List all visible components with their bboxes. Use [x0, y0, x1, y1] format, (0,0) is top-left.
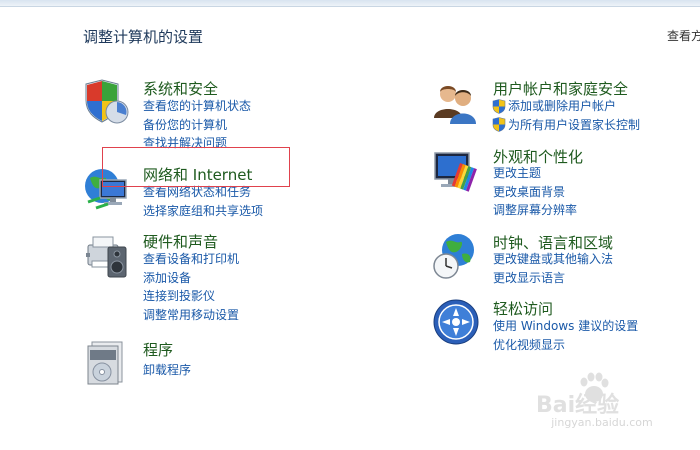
uac-shield-icon: [492, 98, 506, 114]
link-uninstall-program[interactable]: 卸载程序: [143, 361, 191, 380]
system-security-icon[interactable]: [82, 78, 130, 126]
link-change-display-language[interactable]: 更改显示语言: [493, 269, 613, 288]
appearance-links: 更改主题 更改桌面背景 调整屏幕分辨率: [493, 164, 577, 220]
page-title: 调整计算机的设置: [83, 28, 204, 46]
link-adjust-resolution[interactable]: 调整屏幕分辨率: [493, 201, 577, 220]
watermark: Bai经验 jingyan.baidu.com: [532, 372, 672, 434]
baidu-paw-logo: Bai经验: [536, 372, 619, 418]
network-internet-icon[interactable]: [82, 164, 130, 212]
system-security-links: 查看您的计算机状态 备份您的计算机 查找并解决问题: [143, 97, 251, 153]
user-accounts-links: 添加或删除用户帐户 为所有用户设置家长控制: [492, 97, 640, 134]
appearance-icon[interactable]: [432, 147, 480, 195]
category-title-ease-of-access[interactable]: 轻松访问: [493, 298, 553, 319]
link-add-device[interactable]: 添加设备: [143, 269, 239, 288]
watermark-logo-text: Bai经验: [536, 392, 619, 416]
category-title-system-security[interactable]: 系统和安全: [143, 78, 218, 99]
link-devices-printers[interactable]: 查看设备和打印机: [143, 250, 239, 269]
ease-of-access-icon[interactable]: [432, 298, 480, 346]
link-add-remove-accounts-label: 添加或删除用户帐户: [508, 99, 617, 113]
link-change-desktop-background[interactable]: 更改桌面背景: [493, 183, 577, 202]
link-troubleshoot[interactable]: 查找并解决问题: [143, 134, 251, 153]
category-title-network-internet[interactable]: 网络和 Internet: [143, 164, 252, 185]
network-internet-links: 查看网络状态和任务 选择家庭组和共享选项: [143, 183, 263, 220]
user-accounts-icon[interactable]: [432, 78, 480, 126]
link-parental-controls-label: 为所有用户设置家长控制: [508, 117, 641, 132]
clock-region-links: 更改键盘或其他输入法 更改显示语言: [493, 250, 613, 287]
link-add-remove-accounts[interactable]: 添加或删除用户帐户: [492, 97, 640, 116]
view-by-label[interactable]: 查看方: [667, 27, 700, 44]
hardware-sound-icon[interactable]: [82, 231, 130, 279]
link-backup-computer[interactable]: 备份您的计算机: [143, 116, 251, 135]
link-view-computer-status[interactable]: 查看您的计算机状态: [143, 97, 251, 116]
watermark-url: jingyan.baidu.com: [551, 416, 653, 429]
programs-icon[interactable]: [82, 338, 130, 386]
link-optimize-video-display[interactable]: 优化视频显示: [493, 336, 638, 355]
uac-shield-icon: [492, 117, 506, 133]
link-parental-controls[interactable]: 为所有用户设置家长控制: [492, 116, 640, 135]
hardware-sound-links: 查看设备和打印机 添加设备 连接到投影仪 调整常用移动设置: [143, 250, 239, 324]
link-change-theme[interactable]: 更改主题: [493, 164, 577, 183]
category-title-hardware-sound[interactable]: 硬件和声音: [143, 231, 218, 252]
programs-links: 卸载程序: [143, 361, 191, 380]
link-connect-projector[interactable]: 连接到投影仪: [143, 287, 239, 306]
clock-region-icon[interactable]: [432, 232, 480, 280]
link-homegroup-sharing[interactable]: 选择家庭组和共享选项: [143, 202, 263, 221]
window-top-strip: [0, 0, 700, 7]
link-change-keyboard-input[interactable]: 更改键盘或其他输入法: [493, 250, 613, 269]
ease-of-access-links: 使用 Windows 建议的设置 优化视频显示: [493, 317, 638, 354]
category-title-programs[interactable]: 程序: [143, 339, 173, 360]
link-windows-recommended-settings[interactable]: 使用 Windows 建议的设置: [493, 317, 638, 336]
link-mobility-settings[interactable]: 调整常用移动设置: [143, 306, 239, 325]
category-title-user-accounts[interactable]: 用户帐户和家庭安全: [493, 78, 628, 99]
link-view-network-status[interactable]: 查看网络状态和任务: [143, 183, 263, 202]
